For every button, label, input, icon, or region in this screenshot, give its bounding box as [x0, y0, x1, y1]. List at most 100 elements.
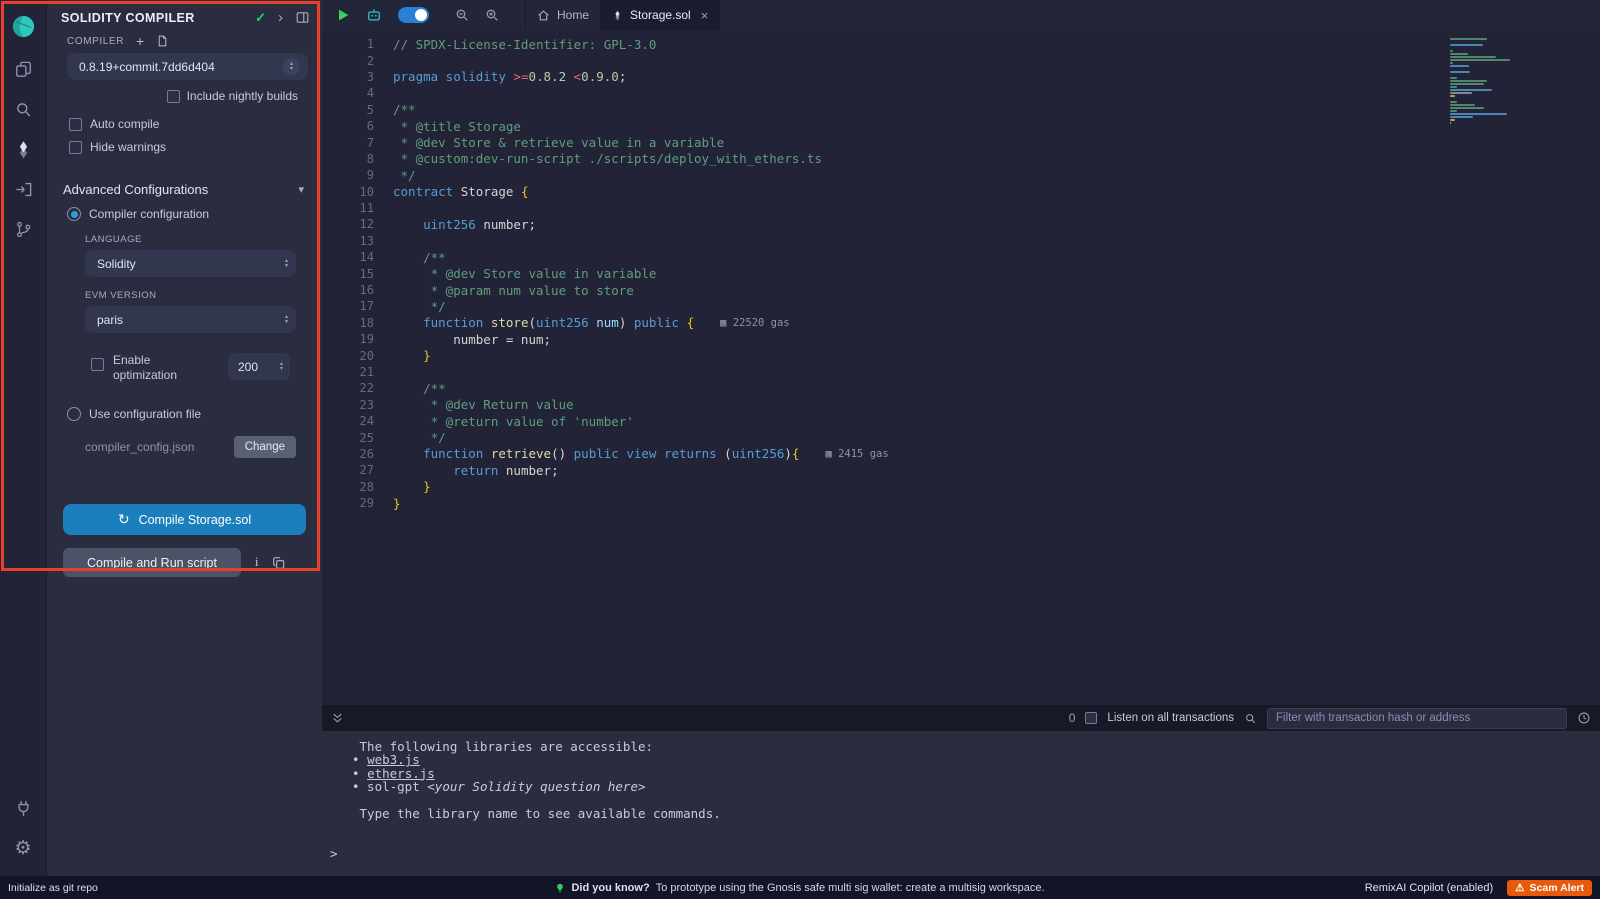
compiler-section-header: COMPILER +: [47, 31, 322, 48]
line-number: 28: [322, 480, 374, 494]
chevron-down-icon: ▾: [298, 183, 304, 196]
code-line[interactable]: 5/**: [322, 102, 889, 118]
code-line[interactable]: 24 * @return value of 'number': [322, 413, 889, 429]
zoom-out-button[interactable]: [447, 0, 477, 30]
code-text: // SPDX-License-Identifier: GPL-3.0: [374, 37, 656, 52]
copy-icon[interactable]: [272, 556, 286, 570]
code-line[interactable]: 26 function retrieve() public view retur…: [322, 446, 889, 462]
language-select-caret-icon: ▴▾: [285, 259, 288, 269]
copilot-toggle[interactable]: [398, 7, 429, 23]
pending-transactions-icon[interactable]: [1577, 711, 1591, 725]
deploy-run-icon[interactable]: [0, 169, 46, 209]
code-line[interactable]: 12 uint256 number;: [322, 216, 889, 232]
compile-button[interactable]: ↻ Compile Storage.sol: [63, 504, 306, 535]
tab-home[interactable]: Home: [525, 0, 601, 30]
copilot-status[interactable]: RemixAI Copilot (enabled): [1365, 882, 1493, 894]
compiler-configuration-label: Compiler configuration: [89, 207, 209, 221]
code-line[interactable]: 3pragma solidity >=0.8.2 <0.9.0;: [322, 69, 889, 85]
code-line[interactable]: 2: [322, 52, 889, 68]
pin-panel-icon[interactable]: [295, 10, 310, 25]
code-line[interactable]: 28 }: [322, 479, 889, 495]
auto-compile-checkbox[interactable]: [69, 118, 82, 131]
code-line[interactable]: 25 */: [322, 429, 889, 445]
solidity-compiler-icon[interactable]: [0, 129, 46, 169]
optimization-row: Enable optimization ▴▾: [47, 353, 322, 383]
code-line[interactable]: 18 function store(uint256 num) public { ▦…: [322, 315, 889, 331]
code-line[interactable]: 17 */: [322, 298, 889, 314]
use-configuration-file-radio[interactable]: [67, 407, 81, 421]
code-line[interactable]: 4: [322, 85, 889, 101]
tab-storage-sol[interactable]: Storage.sol ×: [601, 0, 720, 30]
chevron-right-icon[interactable]: ›: [278, 9, 283, 26]
transaction-filter-input[interactable]: [1267, 708, 1567, 729]
refresh-icon: ↻: [118, 511, 130, 528]
gas-estimate-badge[interactable]: ▦ 2415 gas: [825, 448, 888, 460]
code-line[interactable]: 8 * @custom:dev-run-script ./scripts/dep…: [322, 151, 889, 167]
use-configuration-file-label: Use configuration file: [89, 407, 201, 421]
include-nightly-label: Include nightly builds: [187, 89, 298, 103]
optimization-runs-input[interactable]: [228, 359, 280, 375]
enable-optimization-checkbox[interactable]: [91, 358, 104, 371]
code-text: * @dev Store & retrieve value in a varia…: [374, 135, 724, 150]
file-explorer-icon[interactable]: [0, 49, 46, 89]
warning-icon: ⚠: [1515, 882, 1524, 894]
remix-logo[interactable]: [0, 3, 46, 49]
line-number: 18: [322, 316, 374, 330]
terminal-line: • web3.js: [322, 753, 1600, 766]
terminal[interactable]: The following libraries are accessible:•…: [322, 731, 1600, 876]
code-line[interactable]: 14 /**: [322, 249, 889, 265]
line-number: 24: [322, 414, 374, 428]
search-icon[interactable]: [0, 89, 46, 129]
close-tab-icon[interactable]: ×: [701, 8, 709, 23]
compile-and-run-row: Compile and Run script i: [47, 548, 322, 577]
git-icon[interactable]: [0, 209, 46, 249]
code-line[interactable]: 1// SPDX-License-Identifier: GPL-3.0: [322, 36, 889, 52]
git-init-status[interactable]: Initialize as git repo: [8, 882, 98, 894]
hide-warnings-checkbox[interactable]: [69, 141, 82, 154]
code-line[interactable]: 27 return number;: [322, 462, 889, 478]
info-icon[interactable]: i: [255, 555, 258, 570]
line-number: 9: [322, 168, 374, 182]
settings-gear-icon[interactable]: ⚙: [0, 828, 46, 868]
code-line[interactable]: 7 * @dev Store & retrieve value in a var…: [322, 134, 889, 150]
language-select[interactable]: Solidity ▴▾: [85, 250, 296, 277]
code-line[interactable]: 20 }: [322, 347, 889, 363]
terminal-search-icon[interactable]: [1244, 712, 1257, 725]
evm-version-select[interactable]: paris ▴▾: [85, 306, 296, 333]
ai-assistant-icon[interactable]: [358, 0, 390, 30]
code-editor[interactable]: 1// SPDX-License-Identifier: GPL-3.023pr…: [322, 30, 1600, 705]
code-line[interactable]: 22 /**: [322, 380, 889, 396]
add-compiler-icon[interactable]: +: [136, 35, 144, 47]
include-nightly-checkbox[interactable]: [167, 90, 180, 103]
zoom-in-button[interactable]: [477, 0, 507, 30]
code-text: /**: [374, 250, 446, 265]
gas-estimate-badge[interactable]: ▦ 22520 gas: [720, 317, 790, 329]
load-compiler-file-icon[interactable]: [156, 34, 169, 48]
scam-alert-badge[interactable]: ⚠ Scam Alert: [1507, 880, 1592, 896]
expand-terminal-icon[interactable]: [331, 712, 344, 725]
plugin-manager-icon[interactable]: [0, 788, 46, 828]
change-config-button[interactable]: Change: [234, 436, 296, 458]
compile-and-run-button[interactable]: Compile and Run script: [63, 548, 241, 577]
code-line[interactable]: 13: [322, 233, 889, 249]
code-line[interactable]: 6 * @title Storage: [322, 118, 889, 134]
compiler-configuration-radio[interactable]: [67, 207, 81, 221]
code-line[interactable]: 23 * @dev Return value: [322, 397, 889, 413]
code-text: }: [374, 479, 431, 494]
minimap-line: [1450, 53, 1468, 55]
code-text: function store(uint256 num) public {: [374, 315, 694, 330]
code-line[interactable]: 11: [322, 200, 889, 216]
code-line[interactable]: 10contract Storage {: [322, 184, 889, 200]
listen-transactions-checkbox[interactable]: [1085, 712, 1097, 724]
runs-stepper-icon[interactable]: ▴▾: [280, 362, 283, 372]
run-script-button[interactable]: [328, 0, 358, 30]
code-minimap[interactable]: [1450, 38, 1516, 125]
code-line[interactable]: 16 * @param num value to store: [322, 282, 889, 298]
code-line[interactable]: 15 * @dev Store value in variable: [322, 265, 889, 281]
code-line[interactable]: 29}: [322, 495, 889, 511]
advanced-configurations-header[interactable]: Advanced Configurations ▾: [47, 182, 322, 197]
code-line[interactable]: 19 number = num;: [322, 331, 889, 347]
code-line[interactable]: 9 */: [322, 167, 889, 183]
compiler-version-select[interactable]: 0.8.19+commit.7dd6d404 ▴▾: [67, 53, 308, 80]
code-line[interactable]: 21: [322, 364, 889, 380]
